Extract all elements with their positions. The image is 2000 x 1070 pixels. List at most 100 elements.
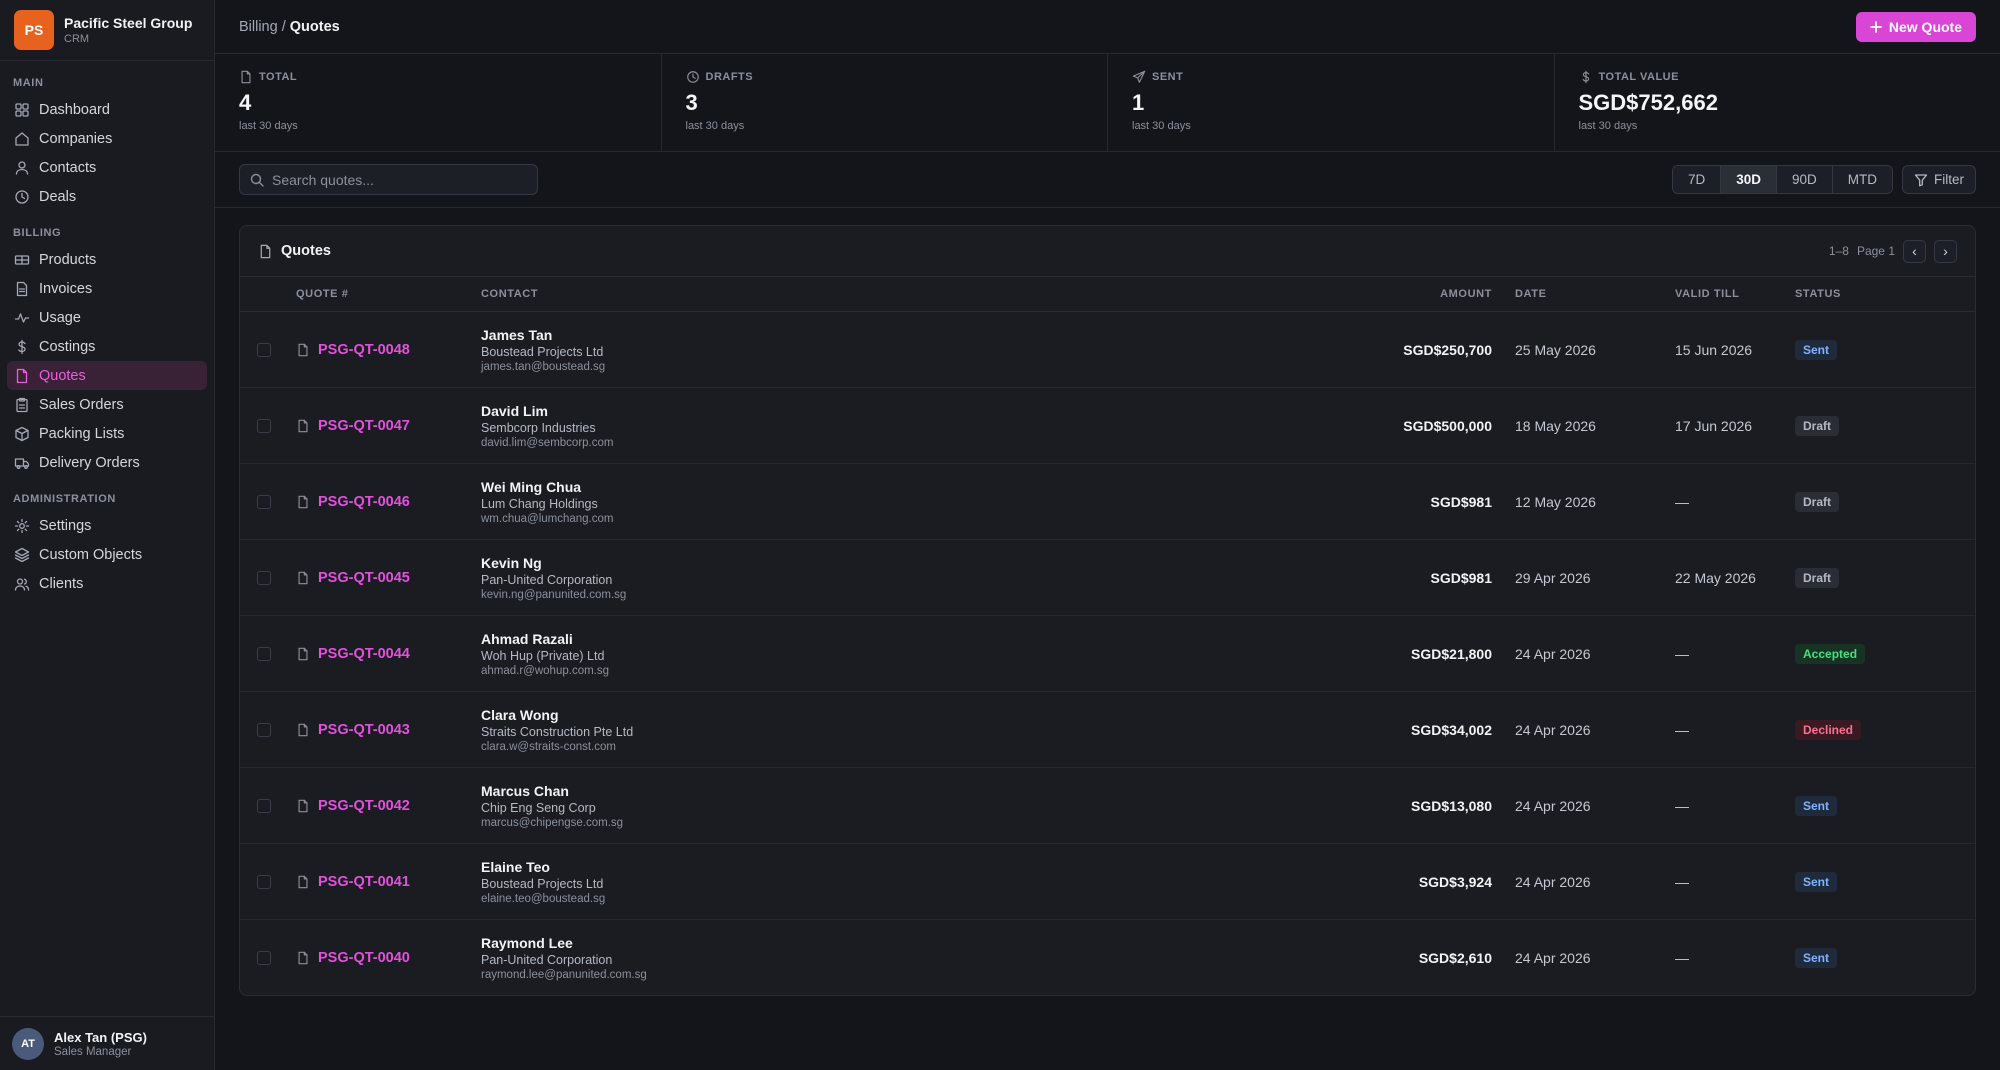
stat-value: SGD$752,662 [1578,90,1718,115]
contact-email: raymond.lee@panunited.com.sg [481,969,647,981]
contact-company: Lum Chang Holdings [481,496,598,511]
avatar: AT [12,1027,44,1060]
sidebar-item-clients[interactable]: Clients [7,569,207,598]
quote-number-link[interactable]: PSG-QT-0044 [318,646,410,662]
range-30d[interactable]: 30D [1721,166,1777,193]
quote-number-link[interactable]: PSG-QT-0048 [318,342,410,358]
row-checkbox[interactable] [257,798,271,813]
quote-number-link[interactable]: PSG-QT-0045 [318,570,410,586]
table-row[interactable]: PSG-QT-0040 Raymond Lee Pan-United Corpora… [240,920,1975,995]
column-header-date[interactable]: DATE [1515,288,1675,300]
sidebar-item-companies[interactable]: Companies [7,124,207,153]
sidebar: PS Pacific Steel Group CRM MAIN Dashboard… [0,0,215,1070]
sidebar-item-quotes[interactable]: Quotes [7,361,207,390]
prev-page-button[interactable]: ‹ [1903,239,1926,263]
contact-email: david.lim@sembcorp.com [481,436,614,449]
sidebar-item-usage[interactable]: Usage [7,303,207,332]
table-row[interactable]: PSG-QT-0043 Clara Wong Straits Constructio… [240,692,1975,768]
row-checkbox[interactable] [257,874,271,889]
contact-email: wm.chua@lumchang.com [481,512,614,525]
quote-date: 24 Apr 2026 [1515,645,1591,662]
user-name: Alex Tan (PSG) [54,1029,147,1045]
sidebar-item-label: Invoices [39,280,93,297]
new-quote-button[interactable]: New Quote [1855,11,1976,42]
table-row[interactable]: PSG-QT-0042 Marcus Chan Chip Eng Seng Corp… [240,768,1975,844]
sidebar-item-packing-lists[interactable]: Packing Lists [7,419,207,448]
table-row[interactable]: PSG-QT-0047 David Lim Sembcorp Industries d… [240,388,1975,464]
stat-period: last 30 days [239,120,298,132]
file-icon [296,799,310,813]
table-row[interactable]: PSG-QT-0041 Elaine Teo Boustead Projects L… [240,844,1975,920]
file-icon [296,419,310,433]
nav-section-main: MAIN [13,77,44,89]
table-row[interactable]: PSG-QT-0048 James Tan Boustead Projects Lt… [240,312,1975,388]
brand[interactable]: PS Pacific Steel Group CRM [0,0,214,61]
filter-button[interactable]: Filter [1902,165,1976,194]
sidebar-item-contacts[interactable]: Contacts [7,153,207,182]
nav-section-administration: ADMINISTRATION [13,493,116,505]
status-badge: Accepted [1795,643,1866,664]
quote-amount: SGD$13,080 [1411,797,1492,814]
search-input[interactable] [272,171,522,188]
table-row[interactable]: PSG-QT-0045 Kevin Ng Pan-United Corporatio… [240,540,1975,616]
contact-email: marcus@chipengse.com.sg [481,816,624,829]
sidebar-item-custom-objects[interactable]: Custom Objects [7,540,207,569]
sidebar-item-deals[interactable]: Deals [7,182,207,211]
quote-number-link[interactable]: PSG-QT-0043 [318,722,410,738]
stat-period: last 30 days [1132,120,1191,132]
sidebar-item-settings[interactable]: Settings [7,511,207,540]
row-checkbox[interactable] [257,646,271,661]
search-icon [250,173,264,187]
quote-number-link[interactable]: PSG-QT-0040 [318,950,410,966]
quote-number-link[interactable]: PSG-QT-0046 [318,494,410,510]
new-quote-label: New Quote [1888,18,1962,35]
column-header-valid-till[interactable]: VALID TILL [1675,288,1795,300]
quote-number-link[interactable]: PSG-QT-0041 [318,874,410,890]
sidebar-item-products[interactable]: Products [7,245,207,274]
quote-date: 18 May 2026 [1515,417,1596,434]
range-90d[interactable]: 90D [1776,166,1833,193]
sidebar-item-label: Custom Objects [39,546,143,563]
row-checkbox[interactable] [257,951,271,965]
row-checkbox[interactable] [257,418,271,433]
pagination-page: Page 1 [1856,244,1895,258]
column-header-amount[interactable]: AMOUNT [1221,288,1515,300]
table-row[interactable]: PSG-QT-0046 Wei Ming Chua Lum Chang Holdin… [240,464,1975,540]
filter-label: Filter [1934,172,1964,187]
user-role: Sales Manager [54,1045,132,1058]
sidebar-item-delivery-orders[interactable]: Delivery Orders [7,448,207,477]
row-checkbox[interactable] [257,570,271,585]
breadcrumb-parent[interactable]: Billing [239,19,278,35]
quote-number-link[interactable]: PSG-QT-0047 [318,418,410,434]
stat-sent: SENT 1 last 30 days [1108,54,1555,151]
sidebar-item-sales-orders[interactable]: Sales Orders [7,390,207,419]
quote-number-link[interactable]: PSG-QT-0042 [318,798,410,814]
column-header-quote-number[interactable]: QUOTE # [296,288,481,300]
range-7d[interactable]: 7D [1672,166,1722,193]
quote-date: 24 Apr 2026 [1515,950,1591,966]
sidebar-item-invoices[interactable]: Invoices [7,274,207,303]
sidebar-item-costings[interactable]: Costings [7,332,207,361]
file-icon [296,343,310,357]
status-badge: Sent [1795,795,1838,816]
user-profile[interactable]: AT Alex Tan (PSG) Sales Manager [0,1016,214,1070]
brand-logo: PS [14,10,54,50]
next-page-button[interactable]: › [1934,239,1957,263]
column-header-contact[interactable]: CONTACT [481,288,1221,300]
quote-amount: SGD$250,700 [1403,341,1492,358]
row-checkbox[interactable] [257,494,271,509]
row-checkbox[interactable] [257,722,271,737]
range-mtd[interactable]: MTD [1832,166,1892,193]
date-range-toggle: 7D 30D 90D MTD [1671,165,1893,194]
sidebar-item-dashboard[interactable]: Dashboard [7,95,207,124]
contact-email: clara.w@straits-const.com [481,740,617,753]
toolbar: 7D30D90DMTD Filter [215,152,2000,208]
row-checkbox[interactable] [257,342,271,357]
column-header-status[interactable]: STATUS [1795,288,1915,300]
search-box[interactable] [239,164,538,195]
contact-company: Boustead Projects Ltd [481,344,604,359]
layers-icon [14,547,30,563]
table-row[interactable]: PSG-QT-0044 Ahmad Razali Woh Hup (Private)… [240,616,1975,692]
sidebar-nav: MAIN Dashboard Companies Contacts Deals BILLI… [0,61,214,598]
sidebar-item-label: Delivery Orders [39,454,140,471]
